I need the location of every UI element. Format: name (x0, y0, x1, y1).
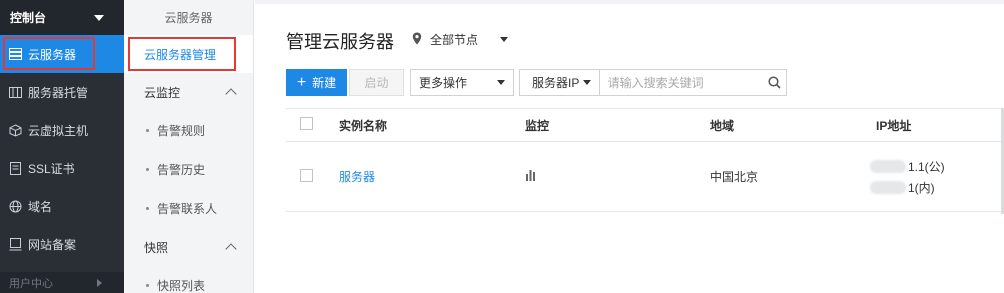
sidebar-item-label: 网站备案 (28, 237, 77, 252)
row-region: 中国北京 (710, 170, 759, 184)
select-all-checkbox[interactable] (300, 117, 313, 130)
sidebar-item-icp-record[interactable]: 网站备案 (0, 225, 124, 263)
red-highlight-box (3, 37, 95, 70)
subnav-group-monitoring[interactable]: 云监控 (124, 73, 253, 111)
subnav-item-alarm-rules[interactable]: 告警规则 (124, 111, 253, 150)
caret-down-icon (497, 80, 505, 85)
header-monitor: 监控 (525, 118, 550, 133)
more-actions-dropdown[interactable]: 更多操作 (410, 69, 514, 96)
sidebar-item-domain[interactable]: 域名 (0, 187, 124, 225)
search-field-type-label: 服务器IP (532, 76, 580, 90)
new-button-label: 新建 (312, 76, 337, 90)
chevron-up-icon (225, 243, 237, 255)
globe-icon (8, 199, 22, 213)
console-label: 控制台 (10, 11, 47, 25)
subnav-group-snapshot[interactable]: 快照 (124, 228, 253, 266)
search-field-type-dropdown[interactable]: 服务器IP (520, 70, 600, 95)
table-header: 实例名称 监控 地域 IP地址 (286, 108, 1004, 142)
new-button[interactable]: + 新建 (286, 69, 347, 96)
subnav-item-snapshot-list[interactable]: 快照列表 (124, 266, 253, 293)
top-divider (255, 0, 1004, 4)
caret-down-icon (582, 80, 591, 85)
header-region: 地域 (710, 118, 735, 133)
subnav-item-server-management[interactable]: 云服务器管理 (124, 35, 253, 73)
location-pin-icon (412, 32, 422, 48)
caret-right-icon (97, 278, 102, 287)
private-ip: 1(内) (908, 180, 935, 195)
sidebar-item-label: 云虚拟主机 (28, 123, 89, 138)
public-ip: 1.1(公) (908, 159, 945, 174)
caret-down-icon (94, 14, 104, 21)
region-label: 全部节点 (430, 33, 479, 47)
sidebar-item-label: 服务器托管 (28, 85, 89, 100)
plus-icon: + (296, 73, 307, 91)
sidebar-item-hosting[interactable]: 服务器托管 (0, 73, 124, 111)
main-sidebar: 控制台 云服务器 服务器托管 云虚拟主机 SSL证书 域名 网站备案 用户中心 (0, 0, 124, 293)
subnav-item-label: 告警规则 (157, 124, 206, 138)
bullet-icon (146, 129, 149, 132)
hosting-icon (8, 85, 22, 99)
chevron-up-icon (225, 88, 237, 100)
sidebar-item-label: SSL证书 (28, 161, 75, 176)
subnav-item-label: 告警联系人 (157, 202, 218, 216)
sidebar-item-label: 域名 (28, 199, 53, 214)
search-icon[interactable] (763, 76, 786, 89)
red-highlight-box (128, 37, 236, 71)
sidebar-item-ssl[interactable]: SSL证书 (0, 149, 124, 187)
instance-table: 实例名称 监控 地域 IP地址 服务器 中国北京 1.1(公) 1(内) (286, 108, 1004, 212)
page-title: 管理云服务器 (286, 32, 394, 52)
console-menu-toggle[interactable]: 控制台 (0, 0, 124, 35)
bullet-icon (146, 168, 149, 171)
subnav-group-label: 快照 (144, 240, 169, 255)
redacted-ip-mask (870, 159, 906, 173)
cube-icon (8, 123, 22, 137)
caret-down-icon (500, 37, 509, 42)
row-checkbox[interactable] (300, 168, 313, 182)
search-box: 服务器IP (519, 69, 787, 96)
region-selector[interactable]: 全部节点 (412, 31, 509, 48)
start-button[interactable]: 启动 (349, 69, 404, 96)
bar-chart-icon[interactable] (525, 170, 537, 184)
record-icon (8, 237, 22, 251)
user-center-label: 用户中心 (9, 277, 53, 290)
header-ip-address: IP地址 (876, 118, 912, 133)
toolbar: + 新建 启动 更多操作 服务器IP (286, 69, 787, 96)
subnav-item-alarm-contacts[interactable]: 告警联系人 (124, 189, 253, 228)
bullet-icon (146, 207, 149, 210)
bullet-icon (146, 284, 149, 287)
header-instance-name: 实例名称 (339, 118, 388, 133)
sidebar-item-cloud-server[interactable]: 云服务器 (0, 35, 124, 73)
subnav-item-label: 快照列表 (157, 279, 206, 293)
search-input[interactable] (599, 70, 763, 95)
ip-address-cell: 1.1(公) 1(内) (870, 158, 1004, 196)
subnav-item-alarm-history[interactable]: 告警历史 (124, 150, 253, 189)
subnav-title: 云服务器 (164, 11, 213, 25)
redacted-ip-mask (870, 180, 906, 194)
certificate-icon (8, 161, 22, 175)
subnav-item-label: 告警历史 (157, 163, 206, 177)
instance-name-link[interactable]: 服务器 (339, 170, 375, 184)
table-row: 服务器 中国北京 1.1(公) 1(内) (286, 142, 1004, 212)
more-actions-label: 更多操作 (419, 76, 468, 90)
sub-sidebar: 云服务器 云服务器管理 云监控 告警规则 告警历史 告警联系人 快照 快照列表 (124, 0, 254, 293)
subnav-group-label: 云监控 (144, 85, 181, 100)
sidebar-item-virtual-host[interactable]: 云虚拟主机 (0, 111, 124, 149)
user-center-link[interactable]: 用户中心 (0, 272, 124, 293)
main-content: 管理云服务器 全部节点 + 新建 启动 更多操作 服务器IP 请输入搜索关键词 … (255, 0, 1004, 293)
